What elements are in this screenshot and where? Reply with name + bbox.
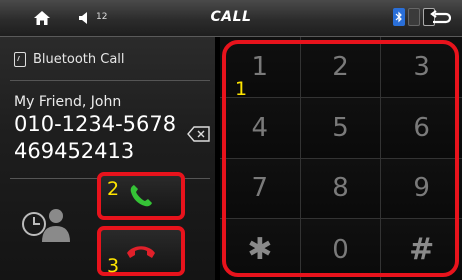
annotation-2: 2 xyxy=(107,178,120,200)
divider xyxy=(10,80,210,81)
contact-number: 010-1234-5678 xyxy=(14,112,177,136)
dialed-digits: 469452413 xyxy=(14,139,135,163)
call-history-icon[interactable] xyxy=(20,204,72,244)
call-icon xyxy=(130,185,152,207)
back-icon[interactable] xyxy=(426,0,454,36)
annotation-3: 3 xyxy=(107,255,120,277)
backspace-icon[interactable] xyxy=(187,125,211,143)
call-source: Bluetooth Call xyxy=(14,52,125,67)
annotation-1: 1 xyxy=(235,78,248,100)
call-source-label: Bluetooth Call xyxy=(33,52,125,67)
device-icon xyxy=(408,8,420,26)
bluetooth-icon xyxy=(393,8,405,26)
keypad-highlight-frame xyxy=(222,40,459,277)
top-bar: 12 CALL xyxy=(0,0,462,37)
end-call-icon xyxy=(127,246,155,258)
contact-name: My Friend, John xyxy=(14,94,122,110)
bluetooth-phone-icon xyxy=(14,52,26,67)
